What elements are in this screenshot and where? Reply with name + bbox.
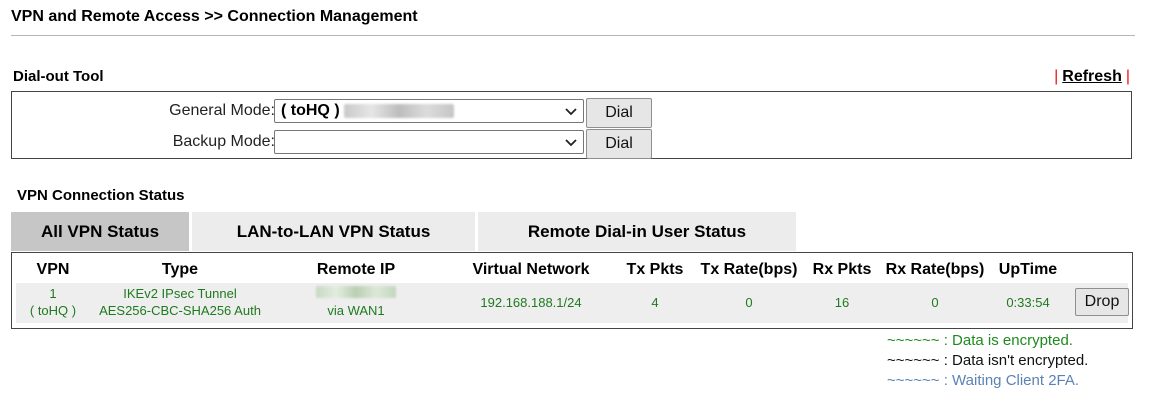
refresh-separator-right: | (1125, 68, 1130, 85)
virtual-network-cell: 192.168.188.1/24 (480, 295, 582, 310)
vpn-profile: ( toHQ ) (29, 303, 77, 318)
refresh-area: | Refresh | (1050, 68, 1134, 86)
general-mode-value: ( toHQ ) (281, 102, 340, 119)
page-title: VPN and Remote Access >> Connection Mana… (11, 8, 418, 25)
column-header-rx-rate: Rx Rate(bps) (885, 261, 985, 278)
legend-waiting-2fa: ~~~~~~ : Waiting Client 2FA. (887, 372, 1080, 389)
tx-pkts-cell: 4 (651, 295, 659, 310)
title-divider (11, 35, 1135, 36)
vpn-status-table: VPN Type Remote IP Virtual Network Tx Pk… (11, 252, 1133, 329)
tab-all-vpn-status[interactable]: All VPN Status (11, 212, 189, 251)
backup-mode-label: Backup Mode: (172, 133, 275, 150)
vpn-status-section-title: VPN Connection Status (17, 187, 185, 204)
column-header-virtual-network: Virtual Network (472, 261, 590, 278)
redacted-profile-name (343, 104, 454, 118)
dialout-panel: General Mode: ( toHQ ) Dial Backup Mode:… (11, 91, 1132, 159)
refresh-link[interactable]: Refresh (1062, 68, 1122, 85)
column-header-rx-pkts: Rx Pkts (812, 261, 872, 278)
column-header-uptime: UpTime (998, 261, 1058, 278)
tunnel-type: IKEv2 IPsec Tunnel (123, 286, 237, 301)
legend-not-encrypted: ~~~~~~ : Data isn't encrypted. (887, 352, 1089, 369)
column-header-vpn: VPN (36, 261, 70, 278)
general-mode-label: General Mode: (169, 102, 275, 119)
column-header-tx-pkts: Tx Pkts (626, 261, 684, 278)
backup-mode-row: Backup Mode: Dial (12, 127, 1131, 159)
general-mode-select[interactable]: ( toHQ ) (274, 99, 584, 123)
drop-button[interactable]: Drop (1075, 288, 1129, 316)
table-row: 1 ( toHQ ) IKEv2 IPsec Tunnel AES256-CBC… (16, 283, 1129, 323)
dialout-section-title: Dial-out Tool (13, 68, 104, 85)
column-header-type: Type (161, 261, 199, 278)
vpn-index: 1 (49, 286, 57, 301)
type-cell: IKEv2 IPsec Tunnel AES256-CBC-SHA256 Aut… (99, 285, 261, 319)
refresh-separator-left: | (1054, 68, 1059, 85)
rx-rate-cell: 0 (931, 295, 939, 310)
tunnel-auth: AES256-CBC-SHA256 Auth (99, 303, 261, 318)
uptime-cell: 0:33:54 (1006, 295, 1050, 310)
tab-lan-to-lan-vpn-status[interactable]: LAN-to-LAN VPN Status (192, 212, 475, 251)
remote-ip-cell: via WAN1 (316, 285, 396, 319)
legend-encrypted: ~~~~~~ : Data is encrypted. (887, 332, 1073, 349)
vpn-cell: 1 ( toHQ ) (30, 285, 76, 319)
general-dial-button[interactable]: Dial (586, 98, 652, 128)
column-header-tx-rate: Tx Rate(bps) (700, 261, 798, 278)
rx-pkts-cell: 16 (834, 295, 850, 310)
redacted-remote-ip (316, 286, 396, 298)
tx-rate-cell: 0 (745, 295, 753, 310)
remote-ip-wan: via WAN1 (327, 303, 385, 318)
column-header-remote-ip: Remote IP (316, 261, 396, 278)
general-mode-row: General Mode: ( toHQ ) Dial (12, 96, 1131, 128)
tab-remote-dial-in-user-status[interactable]: Remote Dial-in User Status (478, 212, 796, 251)
backup-mode-select[interactable] (274, 130, 584, 154)
chevron-down-icon (565, 139, 577, 147)
backup-dial-button[interactable]: Dial (586, 129, 652, 159)
chevron-down-icon (565, 108, 577, 116)
